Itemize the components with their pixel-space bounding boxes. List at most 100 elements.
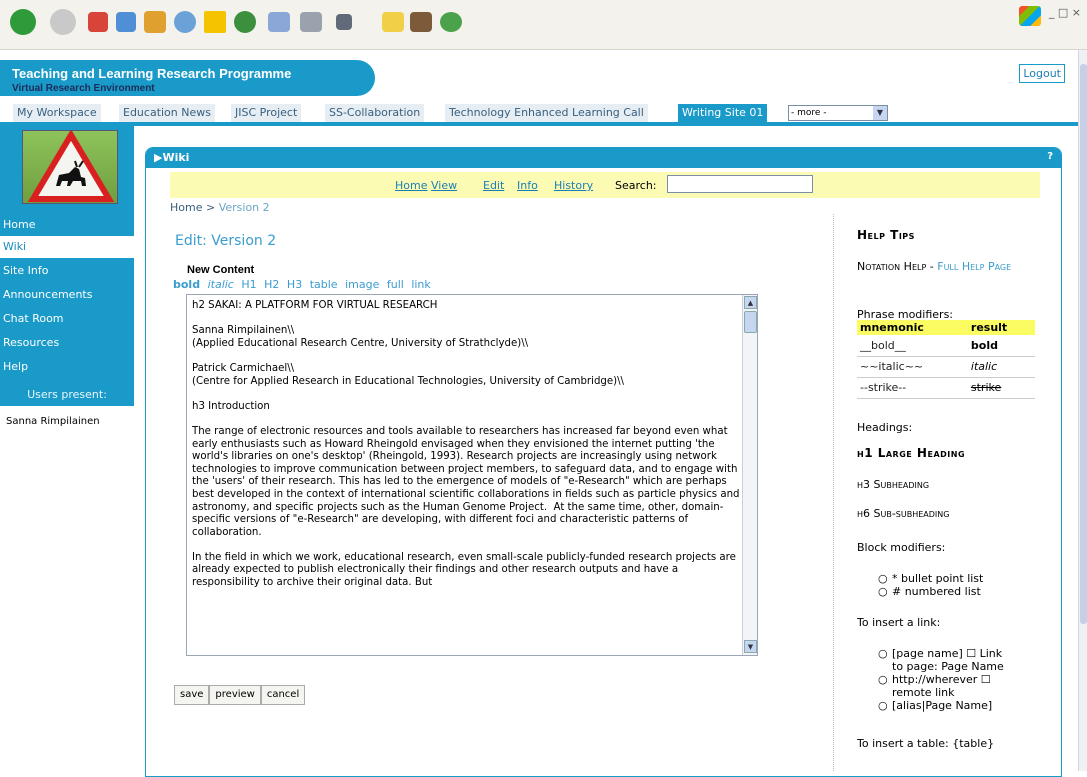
search-icon[interactable] (174, 11, 196, 33)
wiki-history-link[interactable]: History (554, 179, 593, 192)
portlet-title[interactable]: ▶Wiki (154, 151, 189, 164)
headings-label: Headings: (857, 421, 913, 434)
markup-italic-link[interactable]: italic (208, 278, 234, 291)
tab-writing-site-01[interactable]: Writing Site 01 (678, 104, 768, 122)
mail-icon[interactable] (268, 12, 290, 32)
users-present-label: Users present: (27, 388, 107, 401)
tab-my-workspace[interactable]: My Workspace (13, 104, 101, 122)
circle-bullet-icon: ○ (878, 673, 888, 686)
preview-button[interactable]: preview (209, 685, 261, 705)
site-title: Teaching and Learning Research Programme (12, 66, 292, 81)
sidebar-item-wiki[interactable]: Wiki (0, 236, 134, 258)
cancel-button[interactable]: cancel (260, 685, 306, 705)
circle-bullet-icon: ○ (878, 585, 888, 598)
content-label: New Content (187, 264, 255, 276)
wiki-home-link[interactable]: Home (395, 179, 427, 192)
editor-scrollbar[interactable]: ▲ ▼ (742, 295, 757, 655)
forward-icon[interactable] (50, 9, 76, 35)
breadcrumb-home[interactable]: Home (170, 201, 202, 214)
content-textarea[interactable]: h2 SAKAI: A PLATFORM FOR VIRTUAL RESEARC… (186, 294, 758, 656)
help-divider (833, 214, 834, 771)
table-row: ~~italic~~ italic (857, 356, 1035, 378)
edit-icon[interactable] (336, 14, 352, 30)
sidebar-item-home[interactable]: Home (0, 214, 134, 236)
markup-image-link[interactable]: image (345, 278, 379, 291)
scroll-up-icon[interactable]: ▲ (744, 296, 757, 309)
action-buttons: save preview cancel (174, 685, 306, 705)
history-icon[interactable] (234, 11, 256, 33)
stop-icon[interactable] (88, 12, 108, 32)
messenger-icon[interactable] (440, 12, 462, 32)
list-item-text: [alias|Page Name] (892, 699, 993, 712)
editor-scrollbar-thumb[interactable] (744, 311, 757, 333)
chevron-down-icon[interactable]: ▼ (873, 106, 887, 120)
wiki-toolbar: Home View Edit Info History Search: (170, 172, 1040, 198)
present-user: Sanna Rimpilainen (6, 416, 100, 427)
breadcrumb-current[interactable]: Version 2 (219, 201, 270, 214)
print-icon[interactable] (300, 12, 322, 32)
wiki-edit-link[interactable]: Edit (483, 179, 504, 192)
list-item-text: to page: Page Name (892, 660, 1004, 673)
list-item-text: remote link (892, 686, 955, 699)
result-cell: italic (967, 356, 1035, 378)
help-tips-title: Help Tips (857, 228, 915, 242)
markup-toolbar: bold italic H1 H2 H3 table image full li… (173, 278, 435, 291)
insert-table-help: To insert a table: {table} (857, 737, 995, 750)
sidebar-item-resources[interactable]: Resources (0, 332, 134, 354)
sidebar-item-help[interactable]: Help (0, 356, 134, 378)
wiki-info-link[interactable]: Info (517, 179, 538, 192)
sidebar-item-announcements[interactable]: Announcements (0, 284, 134, 306)
page-scrollbar[interactable] (1078, 50, 1087, 771)
phrase-modifiers-table: mnemonic result __bold__ bold ~~italic~~… (857, 320, 1035, 399)
back-icon[interactable] (10, 9, 36, 35)
markup-h1-link[interactable]: H1 (241, 278, 256, 291)
markup-bold-link[interactable]: bold (173, 278, 200, 291)
markup-link-link[interactable]: link (411, 278, 430, 291)
page-scrollbar-thumb[interactable] (1080, 64, 1087, 624)
h1-sample: h1 Large Heading (857, 446, 966, 460)
scroll-down-icon[interactable]: ▼ (744, 640, 757, 653)
site-tabs: My Workspace Education News JISC Project… (0, 104, 1078, 126)
tab-jisc-project[interactable]: JISC Project (231, 104, 302, 122)
mnemonic-cell: --strike-- (857, 377, 968, 399)
favorites-icon[interactable] (204, 11, 226, 33)
portlet-title-bar: ▶Wiki ? (146, 148, 1061, 168)
breadcrumb: Home > Version 2 (170, 201, 270, 214)
site-subtitle: Virtual Research Environment (12, 83, 155, 94)
tab-ss-collaboration[interactable]: SS-Collaboration (325, 104, 425, 122)
refresh-icon[interactable] (116, 12, 136, 32)
list-item: ○ [alias|Page Name] (878, 699, 1048, 712)
notation-help-label: Notation Help - (857, 260, 938, 273)
window-controls[interactable]: _ □ × (1049, 6, 1081, 19)
markup-table-link[interactable]: table (310, 278, 338, 291)
list-item: ○ * bullet point list (878, 572, 983, 585)
research-icon[interactable] (410, 12, 432, 32)
tab-technology-enhanced-learning-call[interactable]: Technology Enhanced Learning Call (445, 104, 648, 122)
list-item-text: [page name] ☐ Link (892, 647, 1003, 660)
windows-logo-icon (1019, 6, 1041, 26)
block-modifiers-label: Block modifiers: (857, 541, 946, 554)
circle-bullet-icon: ○ (878, 572, 888, 585)
logout-link[interactable]: Logout (1019, 64, 1065, 83)
home-icon[interactable] (144, 11, 166, 33)
markup-h2-link[interactable]: H2 (264, 278, 279, 291)
markup-h3-link[interactable]: H3 (287, 278, 302, 291)
discuss-icon[interactable] (382, 12, 404, 32)
content-text[interactable]: h2 SAKAI: A PLATFORM FOR VIRTUAL RESEARC… (192, 300, 740, 590)
save-button[interactable]: save (174, 685, 210, 705)
full-help-link[interactable]: Full Help Page (937, 260, 1011, 273)
wiki-view-link[interactable]: View (431, 179, 457, 192)
insert-link-label: To insert a link: (857, 616, 941, 629)
mnemonic-cell: ~~italic~~ (857, 356, 968, 378)
portlet-help-icon[interactable]: ? (1047, 151, 1053, 162)
sidebar-item-chat-room[interactable]: Chat Room (0, 308, 134, 330)
sidebar-item-site-info[interactable]: Site Info (0, 260, 134, 282)
wiki-search-input[interactable] (667, 175, 813, 193)
mnemonic-header: mnemonic (857, 320, 968, 335)
page-title: Edit: Version 2 (175, 233, 277, 249)
tab-education-news[interactable]: Education News (119, 104, 215, 122)
breadcrumb-separator: > (205, 201, 216, 214)
markup-full-link[interactable]: full (387, 278, 404, 291)
search-label: Search: (615, 179, 657, 192)
more-sites-select[interactable]: - more - ▼ (788, 105, 888, 121)
